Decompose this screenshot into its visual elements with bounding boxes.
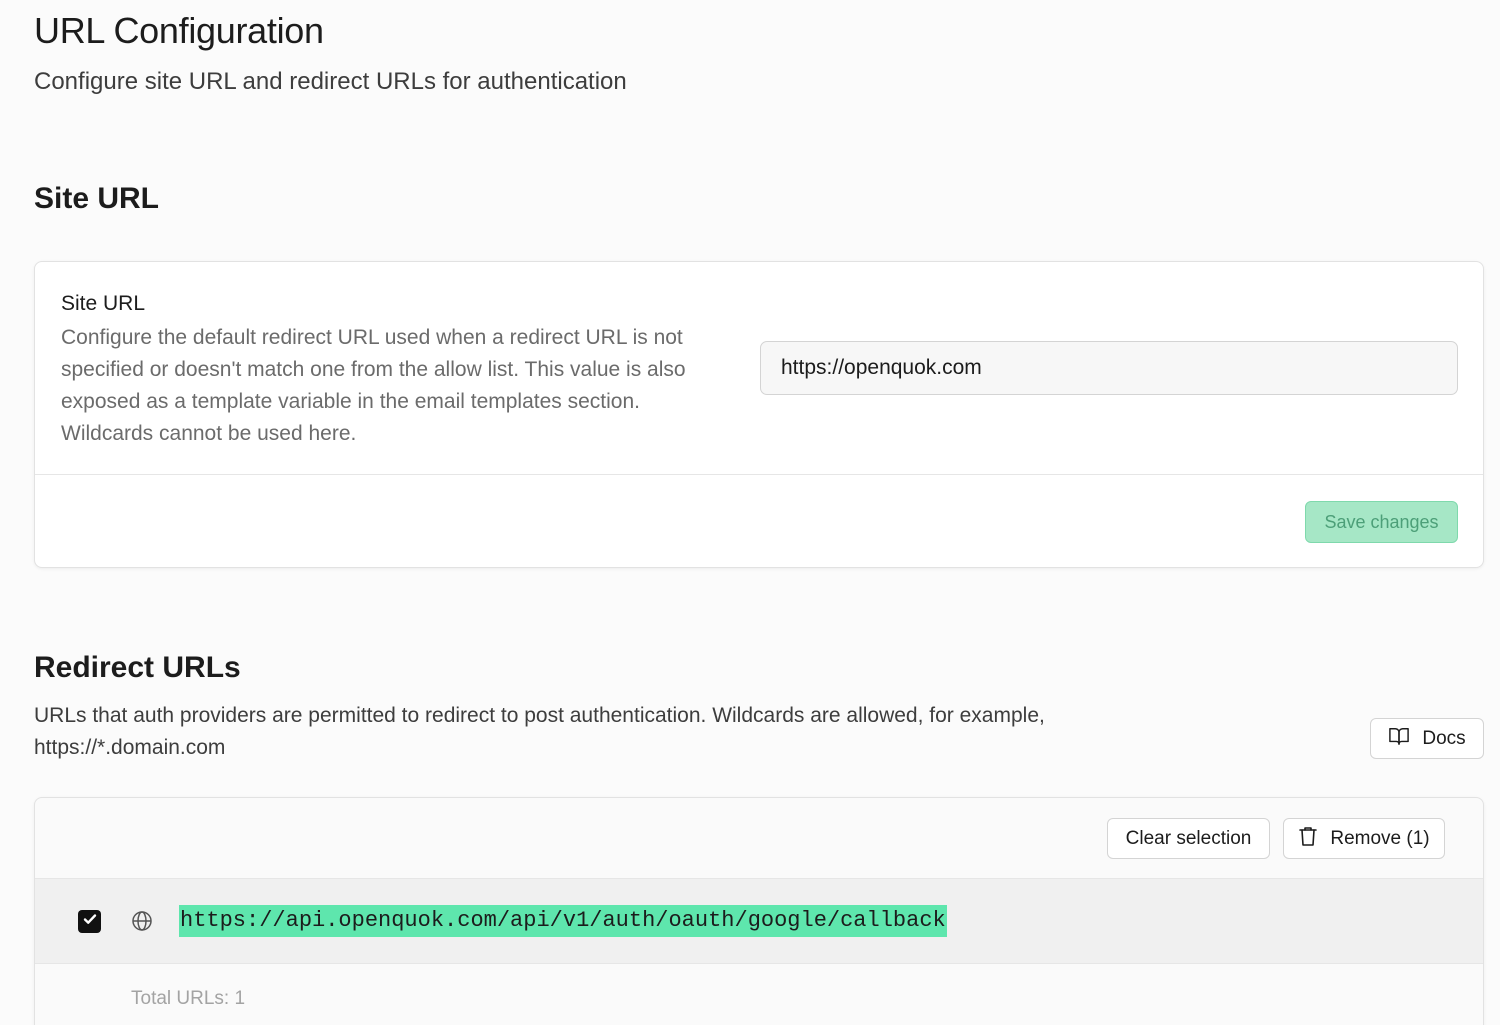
trash-icon bbox=[1298, 825, 1318, 853]
docs-button[interactable]: Docs bbox=[1370, 718, 1484, 759]
check-icon bbox=[82, 911, 98, 932]
url-row-checkbox[interactable] bbox=[78, 910, 101, 933]
remove-selected-button[interactable]: Remove (1) bbox=[1283, 818, 1445, 859]
book-open-icon bbox=[1388, 726, 1410, 752]
card-divider bbox=[35, 474, 1483, 475]
site-url-field-description: Configure the default redirect URL used … bbox=[61, 326, 686, 445]
site-url-card: Site URL Configure the default redirect … bbox=[34, 261, 1484, 568]
site-url-section-title: Site URL bbox=[34, 182, 160, 215]
redirect-urls-section-title: Redirect URLs bbox=[34, 651, 241, 684]
clear-selection-button[interactable]: Clear selection bbox=[1107, 818, 1270, 859]
url-configuration-page: URL Configuration Configure site URL and… bbox=[0, 0, 1500, 1025]
redirect-urls-description: URLs that auth providers are permitted t… bbox=[34, 704, 1045, 759]
page-subtitle: Configure site URL and redirect URLs for… bbox=[34, 68, 627, 95]
redirect-urls-card: Clear selection Remove (1) https://api.o… bbox=[34, 797, 1484, 1025]
redirect-url-row[interactable]: https://api.openquok.com/api/v1/auth/oau… bbox=[35, 878, 1483, 964]
docs-button-label: Docs bbox=[1422, 727, 1466, 749]
site-url-input[interactable] bbox=[760, 341, 1458, 395]
page-title: URL Configuration bbox=[34, 10, 324, 51]
remove-button-label: Remove (1) bbox=[1330, 827, 1430, 849]
total-urls-count: Total URLs: 1 bbox=[131, 988, 246, 1009]
save-changes-button[interactable]: Save changes bbox=[1305, 501, 1458, 543]
clear-selection-label: Clear selection bbox=[1125, 827, 1252, 849]
redirect-url-text: https://api.openquok.com/api/v1/auth/oau… bbox=[179, 905, 947, 937]
site-url-field-label: Site URL bbox=[61, 292, 146, 315]
globe-icon bbox=[131, 910, 153, 932]
